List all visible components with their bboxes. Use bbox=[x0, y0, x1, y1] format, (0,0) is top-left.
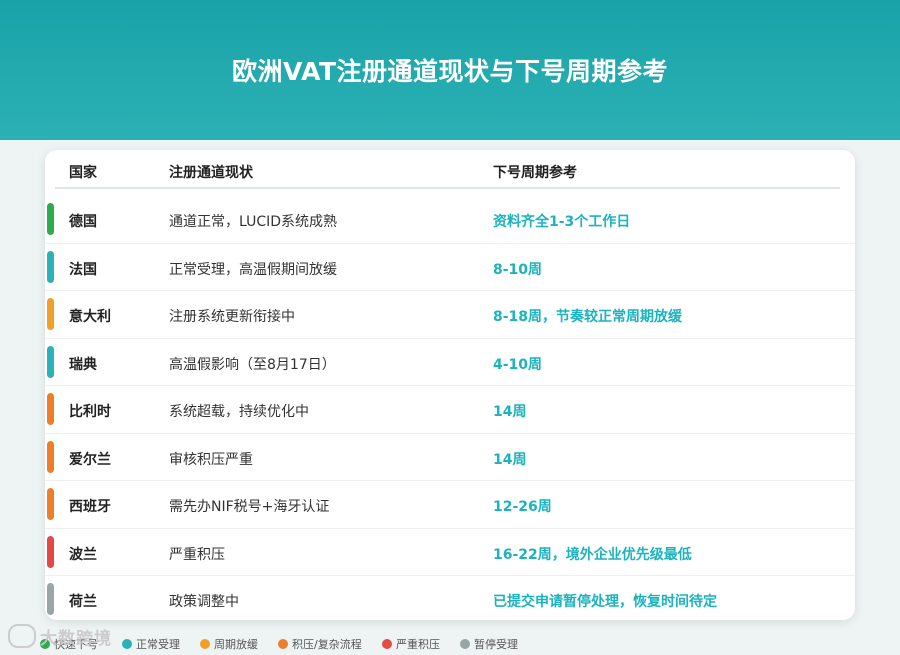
table-row: 爱尔兰 审核积压严重 14周 bbox=[45, 434, 855, 481]
issuance-cycle: 4-10周 bbox=[493, 356, 543, 373]
page-title: 欧洲VAT注册通道现状与下号周期参考 bbox=[231, 57, 669, 86]
issuance-cycle: 14周 bbox=[493, 404, 527, 420]
legend-item: 严重积压 bbox=[382, 636, 440, 652]
logo-icon bbox=[8, 624, 36, 648]
legend-label: 暂停受理 bbox=[474, 638, 518, 651]
channel-status: 审核积压严重 bbox=[169, 451, 253, 468]
column-header-status: 注册通道现状 bbox=[169, 165, 253, 181]
column-header-country: 国家 bbox=[69, 165, 97, 181]
legend-item: 周期放缓 bbox=[200, 636, 258, 652]
country-name: 德国 bbox=[69, 214, 97, 230]
table-row: 德国 通道正常，LUCID系统成熟 资料齐全1-3个工作日 bbox=[45, 196, 855, 244]
channel-status: 需先办NIF税号+海牙认证 bbox=[169, 499, 330, 515]
status-color-bar bbox=[47, 250, 54, 283]
status-color-bar bbox=[47, 203, 54, 235]
country-name: 爱尔兰 bbox=[69, 451, 111, 468]
header-divider bbox=[55, 187, 840, 189]
header-banner: 欧洲VAT注册通道现状与下号周期参考 bbox=[0, 0, 900, 140]
status-color-bar bbox=[47, 393, 54, 425]
issuance-cycle: 已提交申请暂停处理，恢复时间待定 bbox=[493, 594, 717, 610]
watermark-logo: 大数跨境 bbox=[8, 624, 112, 649]
table-header: 国家 注册通道现状 下号周期参考 bbox=[45, 150, 855, 189]
channel-status: 系统超载，持续优化中 bbox=[169, 404, 309, 420]
issuance-cycle: 16-22周，境外企业优先级最低 bbox=[493, 546, 692, 563]
legend-dot bbox=[278, 639, 288, 649]
table-row: 西班牙 需先办NIF税号+海牙认证 12-26周 bbox=[45, 481, 855, 529]
column-header-cycle: 下号周期参考 bbox=[493, 165, 577, 181]
table-row: 荷兰 政策调整中 已提交申请暂停处理，恢复时间待定 bbox=[45, 576, 855, 623]
issuance-cycle: 8-18周，节奏较正常周期放缓 bbox=[493, 309, 683, 325]
country-name: 意大利 bbox=[69, 309, 111, 325]
country-name: 荷兰 bbox=[69, 594, 97, 610]
legend-label: 正常受理 bbox=[136, 638, 180, 651]
channel-status: 高温假影响（至8月17日） bbox=[169, 356, 336, 373]
country-name: 波兰 bbox=[69, 546, 97, 563]
channel-status: 注册系统更新衔接中 bbox=[169, 309, 295, 325]
legend-item: 积压/复杂流程 bbox=[278, 636, 362, 652]
channel-status: 通道正常，LUCID系统成熟 bbox=[169, 214, 338, 230]
status-color-bar bbox=[47, 298, 54, 330]
status-color-bar bbox=[47, 345, 54, 378]
country-name: 瑞典 bbox=[69, 356, 97, 373]
watermark-text: 大数跨境 bbox=[40, 629, 112, 649]
issuance-cycle: 12-26周 bbox=[493, 499, 552, 515]
country-name: 比利时 bbox=[69, 404, 111, 420]
legend-dot bbox=[460, 639, 470, 649]
channel-status: 政策调整中 bbox=[169, 594, 239, 610]
table-row: 意大利 注册系统更新衔接中 8-18周，节奏较正常周期放缓 bbox=[45, 291, 855, 339]
legend-label: 积压/复杂流程 bbox=[292, 638, 362, 651]
country-name: 法国 bbox=[69, 261, 97, 278]
status-color-bar bbox=[47, 488, 54, 520]
status-color-bar bbox=[47, 440, 54, 473]
legend-dot bbox=[122, 639, 132, 649]
country-name: 西班牙 bbox=[69, 499, 111, 515]
legend-item: 正常受理 bbox=[122, 636, 180, 652]
table-row: 波兰 严重积压 16-22周，境外企业优先级最低 bbox=[45, 529, 855, 576]
table-row: 法国 正常受理，高温假期间放缓 8-10周 bbox=[45, 244, 855, 291]
status-table-card: 国家 注册通道现状 下号周期参考 德国 通道正常，LUCID系统成熟 资料齐全1… bbox=[45, 150, 855, 620]
status-color-bar bbox=[47, 583, 54, 615]
legend-dot bbox=[382, 639, 392, 649]
channel-status: 严重积压 bbox=[169, 546, 225, 563]
legend-label: 严重积压 bbox=[396, 638, 440, 651]
legend-dot bbox=[200, 639, 210, 649]
table-row: 瑞典 高温假影响（至8月17日） 4-10周 bbox=[45, 339, 855, 386]
legend-label: 周期放缓 bbox=[214, 638, 258, 651]
table-body: 德国 通道正常，LUCID系统成熟 资料齐全1-3个工作日 法国 正常受理，高温… bbox=[45, 196, 855, 623]
issuance-cycle: 14周 bbox=[493, 451, 527, 468]
status-legend: 快速下号 正常受理 周期放缓 积压/复杂流程 严重积压 暂停受理 bbox=[40, 636, 900, 652]
issuance-cycle: 资料齐全1-3个工作日 bbox=[493, 214, 631, 230]
channel-status: 正常受理，高温假期间放缓 bbox=[169, 261, 337, 278]
table-row: 比利时 系统超载，持续优化中 14周 bbox=[45, 386, 855, 434]
issuance-cycle: 8-10周 bbox=[493, 261, 543, 278]
status-color-bar bbox=[47, 535, 54, 568]
legend-item: 暂停受理 bbox=[460, 636, 518, 652]
